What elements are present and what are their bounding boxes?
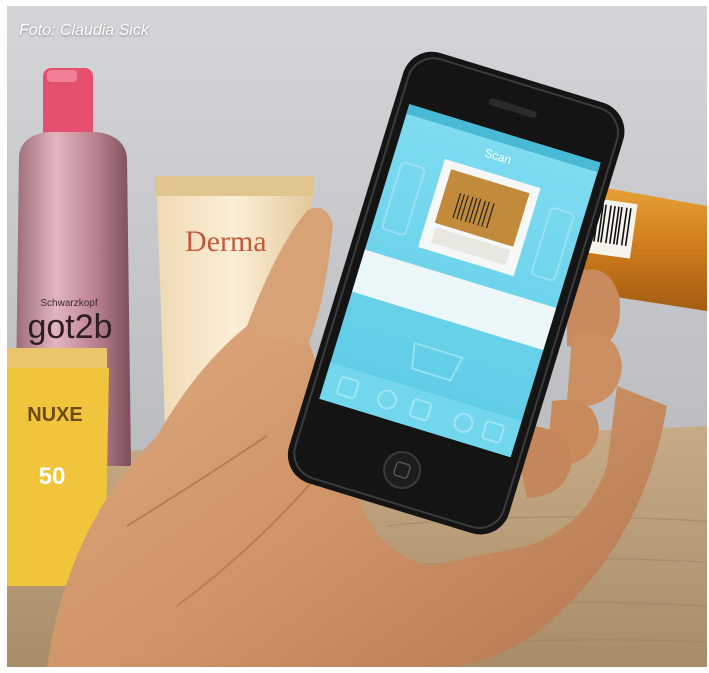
photo-credit: Foto: Claudia Sick [19,22,149,39]
nuxe-spf-label: 50 [39,463,66,490]
tube-brand-label: Derma [185,225,267,258]
spray-name-label: got2b [27,308,112,346]
photo-scene: Schwarzkopf got2b Derma NUXE 50 Scan [7,6,707,667]
photo: Schwarzkopf got2b Derma NUXE 50 Scan Fot… [7,6,707,667]
nuxe-brand-label: NUXE [27,404,83,426]
